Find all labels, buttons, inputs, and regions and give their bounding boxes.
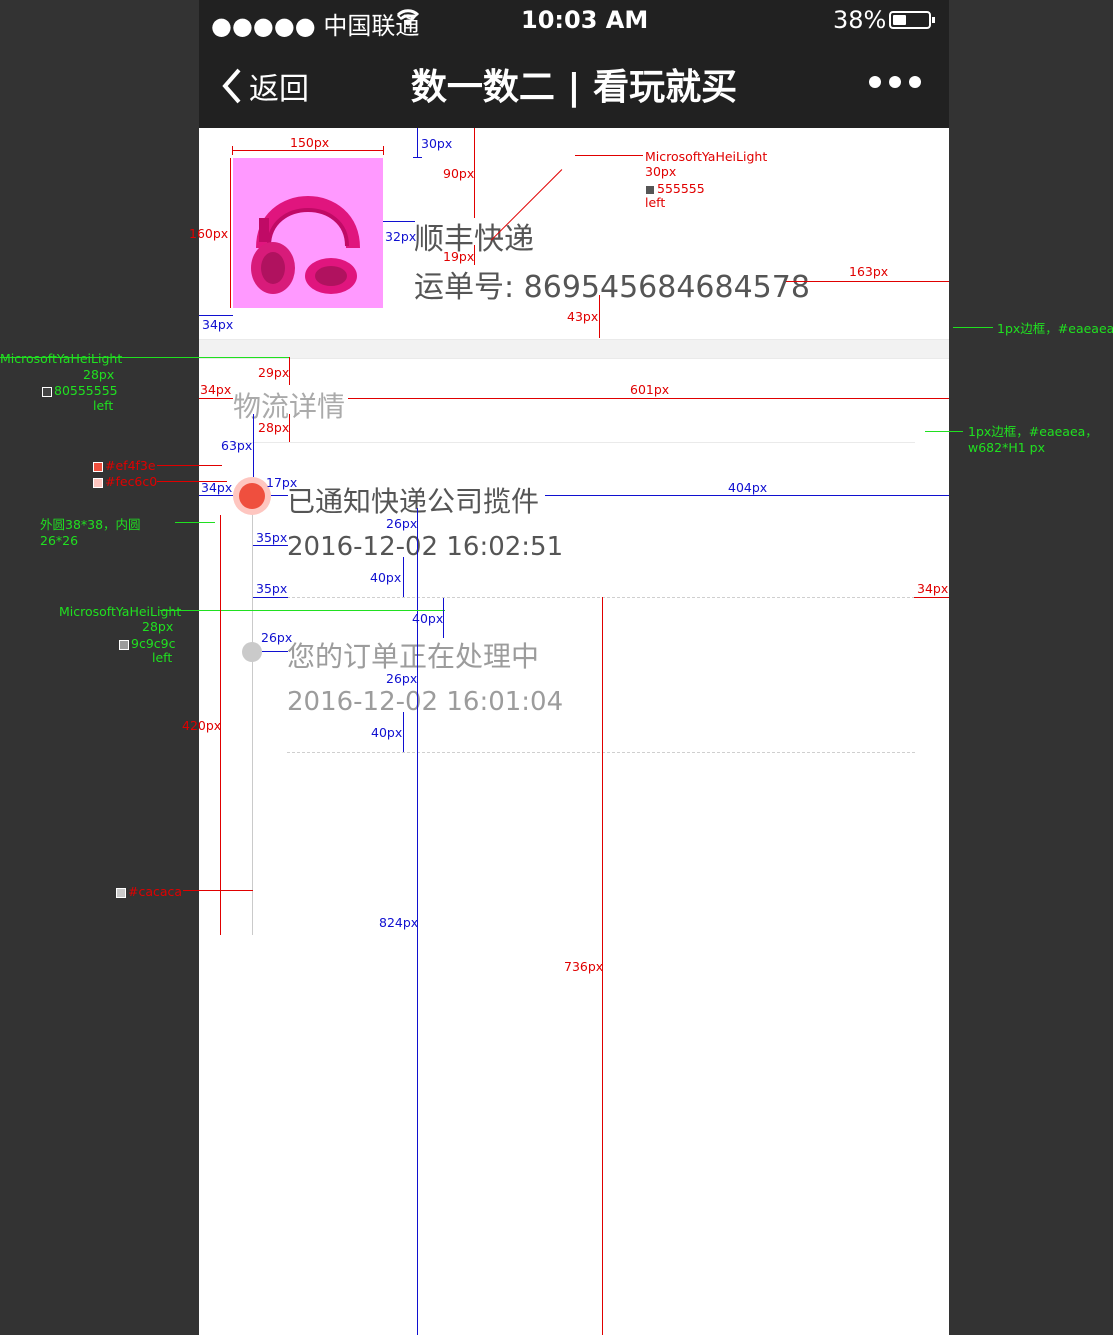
spec-font-name: MicrosoftYaHeiLight xyxy=(0,351,123,366)
dim-label: 34px xyxy=(200,382,232,397)
dim-label: 35px xyxy=(256,530,288,545)
more-icon[interactable] xyxy=(869,76,921,88)
spec-border: 1px边框，#eaeaea， xyxy=(968,424,1098,439)
dim-label: 34px xyxy=(201,480,233,495)
spec-circle: 26*26 xyxy=(40,533,79,548)
dim-label: 26px xyxy=(386,671,418,686)
spec-font-color: 80555555 xyxy=(54,383,118,398)
timeline-text: 您的订单正在处理中 xyxy=(287,640,540,673)
dim-label: 30px xyxy=(421,136,453,151)
spec-border: w682*H1 px xyxy=(968,440,1045,455)
spec-color: #fec6c0 xyxy=(105,474,158,489)
timeline-text: 已通知快递公司揽件 xyxy=(287,485,540,518)
spec-font-size: 28px xyxy=(142,619,174,634)
timeline-time: 2016-12-02 16:02:51 xyxy=(287,532,564,562)
nav-bar: 返回 数一数二 | 看玩就买 xyxy=(199,40,949,128)
dim-label: 63px xyxy=(221,438,253,453)
wifi-icon xyxy=(395,6,421,34)
section-title-divider xyxy=(233,442,915,443)
dim-label: 43px xyxy=(567,309,599,324)
spec-circle: 外圆38*38，内圆 xyxy=(40,517,141,532)
dim-label: 40px xyxy=(412,611,444,626)
spec-font-color: 9c9c9c xyxy=(131,636,176,651)
carrier-label: ●●●●● 中国联通 xyxy=(211,12,420,40)
dim-label: 19px xyxy=(443,249,475,264)
status-bar: ●●●●● 中国联通 10:03 AM 38% xyxy=(199,0,949,40)
page-title: 数一数二 | 看玩就买 xyxy=(410,67,738,108)
dim-label: 601px xyxy=(630,382,670,397)
dim-label: 17px xyxy=(266,475,298,490)
spec-font-name: MicrosoftYaHeiLight xyxy=(59,604,182,619)
spec-border: 1px边框，#eaeaea xyxy=(997,321,1113,336)
timeline-time: 2016-12-02 16:01:04 xyxy=(287,687,564,717)
phone-screen: ●●●●● 中国联通 10:03 AM 38% 返回 数一数二 | 看玩就买 顺… xyxy=(199,0,949,1335)
product-image xyxy=(233,158,383,308)
dim-label: 34px xyxy=(917,581,949,596)
spec-font-size: 28px xyxy=(83,367,115,382)
spec-color: #cacaca xyxy=(128,884,183,899)
dim-label: 404px xyxy=(728,480,768,495)
spec-font-align: left xyxy=(93,398,114,413)
timeline-divider xyxy=(287,597,915,598)
dim-label: 29px xyxy=(258,365,290,380)
battery-percent: 38% xyxy=(833,6,887,34)
dim-label: 34px xyxy=(202,317,234,332)
spec-font-color: 555555 xyxy=(657,181,705,196)
dim-label: 736px xyxy=(564,959,604,974)
dim-label: 40px xyxy=(370,570,402,585)
timeline-divider xyxy=(287,752,915,753)
dim-label: 160px xyxy=(189,226,229,241)
dim-label: 26px xyxy=(386,516,418,531)
dim-label: 35px xyxy=(256,581,288,596)
spec-font-name: MicrosoftYaHeiLight xyxy=(645,149,768,164)
spec-font-align: left xyxy=(645,195,666,210)
dim-label: 163px xyxy=(849,264,889,279)
dim-label: 824px xyxy=(379,915,419,930)
dim-label: 90px xyxy=(443,166,475,181)
tracking-number[interactable]: 运单号: 869545684684578 xyxy=(414,262,810,306)
dim-label: 32px xyxy=(385,229,417,244)
section-divider xyxy=(199,339,949,359)
spec-font-align: left xyxy=(152,650,173,665)
spec-font-size: 30px xyxy=(645,164,677,179)
battery-icon xyxy=(889,11,935,29)
spec-color: #ef4f3e xyxy=(105,458,156,473)
dim-label: 28px xyxy=(258,420,290,435)
dim-label: 40px xyxy=(371,725,403,740)
timeline-dot-inactive xyxy=(242,642,262,662)
dim-label: 420px xyxy=(182,718,222,733)
dim-label: 150px xyxy=(290,135,330,150)
clock: 10:03 AM xyxy=(521,6,649,34)
dim-label: 26px xyxy=(261,630,293,645)
